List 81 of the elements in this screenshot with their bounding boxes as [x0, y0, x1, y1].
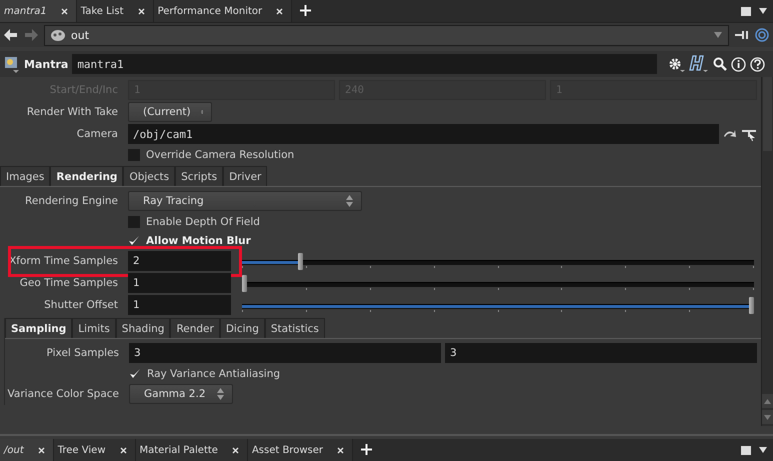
- dropdown-menu[interactable]: Ray Tracing: [128, 191, 362, 211]
- node-type-icon[interactable]: [4, 55, 20, 73]
- pane-tab[interactable]: Performance Monitor: [154, 0, 292, 22]
- checkbox-label: Allow Motion Blur: [146, 234, 251, 246]
- scroll-up-icon[interactable]: [764, 398, 771, 404]
- parm-label: Variance Color Space: [6, 388, 119, 400]
- pane-tab[interactable]: Material Palette: [136, 439, 248, 461]
- close-icon[interactable]: [138, 8, 145, 14]
- tab[interactable]: Objects: [123, 166, 176, 186]
- scroll-thumb[interactable]: [763, 77, 772, 151]
- slider-track[interactable]: [239, 252, 757, 270]
- dropdown-arrow-icon[interactable]: [759, 8, 767, 14]
- slider-thumb[interactable]: [242, 274, 247, 292]
- up-down-arrows-icon: [217, 388, 224, 400]
- scrollbar[interactable]: [761, 77, 773, 426]
- pane-tab[interactable]: Take List: [76, 0, 154, 22]
- input-field[interactable]: 3: [445, 343, 757, 363]
- tab[interactable]: Rendering: [50, 166, 124, 186]
- checkbox-label: Ray Variance Antialiasing: [147, 368, 280, 380]
- plus-icon[interactable]: [300, 5, 312, 16]
- plus-icon[interactable]: [360, 444, 372, 455]
- parm-label: Shutter Offset: [43, 299, 118, 311]
- input-field[interactable]: 1: [128, 295, 231, 315]
- pane-tab[interactable]: Asset Browser: [248, 439, 353, 461]
- up-down-arrows-icon: [346, 195, 353, 207]
- tab[interactable]: Render: [170, 318, 220, 338]
- close-icon[interactable]: [232, 446, 239, 454]
- close-icon[interactable]: [38, 446, 45, 454]
- close-icon[interactable]: [336, 446, 344, 454]
- back-arrow-icon[interactable]: [4, 29, 18, 41]
- checkbox[interactable]: [128, 148, 140, 160]
- pin-icon[interactable]: [735, 30, 749, 40]
- info-icon[interactable]: [731, 56, 746, 72]
- parm-label: Pixel Samples: [46, 347, 119, 359]
- search-icon[interactable]: [713, 57, 727, 71]
- tab[interactable]: Statistics: [264, 318, 325, 338]
- tab[interactable]: Shading: [116, 318, 170, 338]
- window-icon[interactable]: [741, 6, 751, 16]
- slider-track[interactable]: [239, 274, 757, 292]
- parm-label: Render With Take: [26, 106, 118, 118]
- dropdown-menu[interactable]: (Current): [128, 102, 212, 122]
- help-icon[interactable]: [750, 56, 765, 72]
- tab[interactable]: Scripts: [175, 166, 224, 186]
- tab[interactable]: Limits: [72, 318, 116, 338]
- checkbox-label: Override Camera Resolution: [146, 148, 294, 160]
- pane-tab[interactable]: mantra1: [0, 0, 77, 22]
- scroll-down-icon[interactable]: [764, 414, 771, 420]
- checkbox-label: Enable Depth Of Field: [146, 216, 260, 228]
- pin-select-icon[interactable]: [741, 127, 757, 141]
- input-field[interactable]: 1: [128, 273, 231, 293]
- parm-label: Xform Time Samples: [8, 255, 118, 267]
- dropdown-menu[interactable]: Gamma 2.2: [129, 384, 233, 404]
- pane-tab[interactable]: Tree View: [54, 439, 136, 461]
- node-type: Mantra: [24, 58, 68, 70]
- input-field[interactable]: 2: [128, 251, 231, 271]
- checkbox[interactable]: [128, 216, 140, 228]
- parm-label: Camera: [76, 128, 118, 140]
- tab[interactable]: Dicing: [220, 318, 265, 338]
- slider-thumb[interactable]: [749, 296, 754, 314]
- target-icon[interactable]: [755, 28, 769, 42]
- input-field[interactable]: 3: [129, 343, 441, 363]
- close-icon[interactable]: [60, 8, 68, 14]
- tab[interactable]: Driver: [223, 166, 268, 186]
- gear-icon[interactable]: [667, 56, 685, 72]
- slider-track[interactable]: [239, 296, 757, 314]
- pane-tab[interactable]: /out: [0, 439, 54, 461]
- h-logo-icon[interactable]: [689, 55, 709, 73]
- window-icon[interactable]: [741, 446, 751, 454]
- node-name-field[interactable]: mantra1: [72, 54, 657, 74]
- path-field[interactable]: out: [44, 24, 729, 46]
- jump-arrow-icon[interactable]: [723, 128, 737, 140]
- tab[interactable]: Sampling: [5, 318, 72, 338]
- dropdown-arrow-icon[interactable]: [759, 447, 767, 453]
- network-icon: [51, 30, 65, 40]
- input-field[interactable]: /obj/cam1: [128, 124, 719, 144]
- slider-thumb[interactable]: [298, 252, 303, 270]
- tab[interactable]: Images: [0, 166, 50, 186]
- parm-label: Geo Time Samples: [18, 277, 118, 289]
- close-icon[interactable]: [120, 446, 126, 454]
- parm-label: Rendering Engine: [24, 195, 118, 207]
- close-icon[interactable]: [276, 8, 284, 14]
